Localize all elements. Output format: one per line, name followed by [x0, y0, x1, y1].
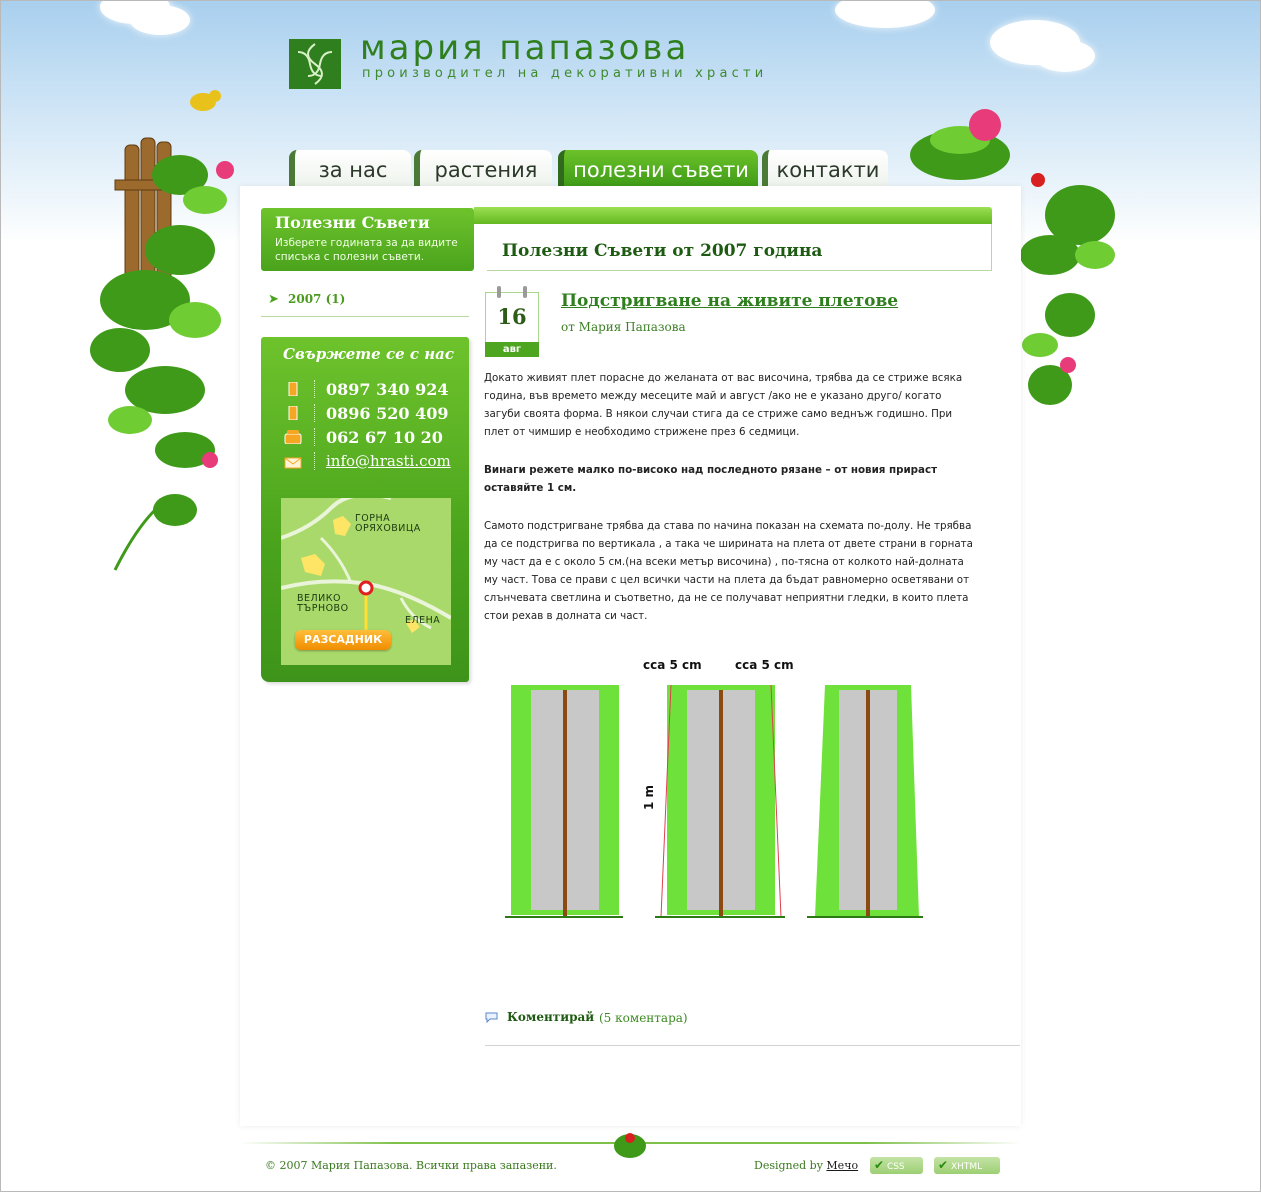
mobile-phone-icon: [288, 382, 298, 396]
footer-copyright: © 2007 Мария Папазова. Всички права запа…: [265, 1159, 557, 1172]
footer-designed-by: Designed by Мечо: [754, 1159, 858, 1172]
contact-phone-2: 0896 520 409: [326, 404, 449, 423]
comment-link[interactable]: Коментирай: [507, 1010, 594, 1024]
check-icon: ✔: [874, 1158, 885, 1172]
post-date-calendar: 16 авг: [485, 286, 539, 357]
landline-phone-icon: [284, 430, 302, 444]
tab-contacts[interactable]: контакти: [762, 150, 888, 188]
contact-divider: [314, 452, 316, 470]
xhtml-valid-badge[interactable]: ✔ XHTML: [934, 1157, 1000, 1174]
cloud: [1035, 40, 1095, 72]
tab-useful-tips[interactable]: полезни съвети: [558, 150, 758, 188]
cloud: [130, 5, 190, 35]
arrow-right-icon: ➤: [268, 292, 279, 307]
post-author: от Мария Папазова: [561, 320, 686, 334]
post-date-month: авг: [485, 342, 539, 357]
diagram-label-right: cca 5 cm: [735, 658, 794, 672]
hedge-figure-3: [807, 685, 923, 918]
css-badge-label: CSS: [886, 1162, 905, 1172]
tab-about[interactable]: за нас: [289, 150, 411, 188]
post-date-day: 16: [497, 304, 527, 329]
comment-count: (5 коментара): [599, 1011, 688, 1025]
brand-tagline: производител на декоративни храсти: [362, 66, 768, 81]
section-title-bar: [474, 207, 992, 224]
designer-link[interactable]: Мечо: [826, 1159, 858, 1172]
diagram-label-left: cca 5 cm: [643, 658, 702, 672]
post-paragraph-3: Самото подстригване трябва да става по н…: [484, 520, 973, 622]
article-divider: [485, 1045, 1020, 1046]
map-label-veliko-tarnovo: ВЕЛИКО ТЪРНОВО: [297, 593, 349, 614]
tab-plants[interactable]: растения: [414, 150, 552, 188]
nursery-map-button[interactable]: РАЗСАДНИК: [295, 630, 391, 650]
ladybug-leaf-icon: [614, 1133, 646, 1158]
check-icon: ✔: [938, 1158, 949, 1172]
mobile-phone-icon: [288, 406, 298, 420]
post-paragraph-2: Винаги режете малко по-високо над послед…: [484, 464, 938, 494]
contact-divider: [314, 428, 316, 446]
css-valid-badge[interactable]: ✔ CSS: [870, 1157, 923, 1174]
hedge-figure-1: [505, 685, 623, 918]
hedge-trimming-diagram: cca 5 cm cca 5 cm 1 m: [505, 658, 923, 918]
logo-icon: [289, 39, 341, 89]
post-title-link[interactable]: Подстригване на живите плетове: [561, 291, 898, 311]
sidebar-year-link[interactable]: 2007 (1): [288, 292, 345, 306]
contact-title: Свържете се с нас: [283, 345, 454, 363]
calendar-ring: [523, 286, 527, 298]
comment-bubble-icon: [485, 1012, 498, 1023]
designed-by-label: Designed by: [754, 1159, 823, 1172]
diagram-label-height: 1 m: [642, 785, 656, 810]
left-garden-decoration: [90, 90, 234, 571]
hedge-figure-2: [655, 684, 785, 918]
brand-name[interactable]: мария папазова: [360, 28, 689, 68]
contact-divider: [314, 404, 316, 422]
envelope-icon: [284, 457, 302, 469]
sidebar-subtitle: Изберете годината за да видите списъка с…: [275, 237, 458, 263]
contact-email-link[interactable]: info@hrasti.com: [326, 452, 451, 470]
xhtml-badge-label: XHTML: [950, 1162, 983, 1172]
map-label-gorna-oryahovitsa: ГОРНА ОРЯХОВИЦА: [355, 513, 421, 534]
post-paragraph-1: Докато живият плет порасне до желаната о…: [484, 372, 963, 438]
contact-phone-1: 0897 340 924: [326, 380, 449, 399]
section-title: Полезни Съвети от 2007 година: [502, 241, 823, 261]
contact-landline: 062 67 10 20: [326, 428, 443, 447]
calendar-ring: [497, 286, 501, 298]
contact-divider: [314, 380, 316, 398]
map-label-elena: ЕЛЕНА: [405, 615, 441, 626]
sidebar-divider: [261, 316, 469, 317]
sidebar-title: Полезни Съвети: [275, 213, 430, 232]
